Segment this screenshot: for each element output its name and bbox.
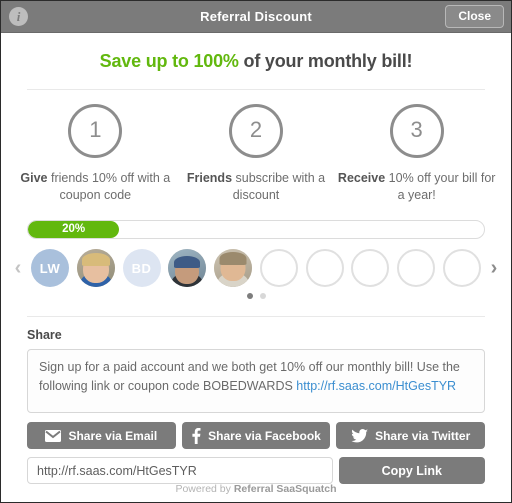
headline-rest: of your monthly bill! [238,51,413,71]
share-via-twitter-button[interactable]: Share via Twitter [336,422,486,449]
avatar-empty-slot[interactable] [397,249,436,287]
step-number-circle: 1 [68,104,123,158]
share-message-textarea[interactable]: Sign up for a paid account and we both g… [27,349,485,413]
avatar-empty-slot[interactable] [305,249,344,287]
referral-discount-widget: i Referral Discount Close Save up to 100… [0,0,512,503]
titlebar: i Referral Discount Close [1,1,511,33]
step-description: Receive 10% off your bill for a year! [336,170,497,204]
share-via-email-button[interactable]: Share via Email [27,422,176,449]
share-link-row: Copy Link [27,457,485,484]
avatar-list: LW BD [29,249,483,287]
email-icon [45,429,62,442]
headline: Save up to 100% of your monthly bill! [1,51,511,72]
share-link-input[interactable] [27,457,333,484]
copy-link-button[interactable]: Copy Link [338,457,485,484]
step-strong: Give [20,171,48,185]
step-number-circle: 2 [229,104,283,158]
share-via-facebook-button[interactable]: Share via Facebook [181,422,331,449]
step-2: 2 Friends subscribe with a discount [176,104,337,204]
progress-bar: 20% [27,220,485,239]
avatar-empty-slot[interactable] [442,249,481,287]
steps-row: 1 Give friends 10% off with a coupon cod… [15,104,497,204]
step-rest: 10% off your bill for a year! [385,171,496,202]
step-rest: friends 10% off with a coupon code [47,171,171,202]
share-message-link[interactable]: http://rf.saas.com/HtGesTYR [296,379,456,393]
step-rest: subscribe with a discount [232,171,326,202]
footer-brand: Referral SaaSquatch [233,483,337,495]
twitter-icon [351,428,369,443]
avatar-initials[interactable]: LW [31,249,69,287]
share-section-label: Share [27,328,62,342]
avatar-photo[interactable] [214,249,253,287]
chevron-right-icon[interactable]: › [483,257,505,280]
step-strong: Friends [186,171,233,185]
info-icon[interactable]: i [9,7,28,26]
share-button-label: Share via Facebook [208,428,321,443]
carousel-dot[interactable] [259,293,266,299]
facebook-icon [191,427,201,444]
step-description: Friends subscribe with a discount [176,170,337,204]
headline-highlight: Save up to 100% [99,51,239,71]
avatar-photo[interactable] [168,249,207,287]
avatar-carousel: ‹ LW BD › [7,249,505,287]
step-description: Give friends 10% off with a coupon code [15,170,176,204]
step-3: 3 Receive 10% off your bill for a year! [336,104,497,204]
chevron-left-icon[interactable]: ‹ [7,257,29,280]
step-strong: Receive [337,171,386,185]
carousel-pagination [1,293,511,299]
divider-share [27,316,485,317]
progress-bar-fill: 20% [28,221,120,238]
avatar-photo[interactable] [76,249,115,287]
share-buttons-row: Share via Email Share via Facebook Share… [27,422,486,449]
divider-top [27,89,485,90]
step-number-circle: 3 [389,104,444,158]
carousel-dot[interactable] [246,293,253,299]
avatar-empty-slot[interactable] [351,249,390,287]
footer-attribution: Powered by Referral SaaSquatch [1,483,511,495]
footer-prefix: Powered by [175,483,234,495]
share-button-label: Share via Email [68,428,158,443]
step-1: 1 Give friends 10% off with a coupon cod… [15,104,176,204]
avatar-empty-slot[interactable] [259,249,298,287]
avatar-initials[interactable]: BD [122,249,161,287]
page-title: Referral Discount [200,9,312,24]
share-button-label: Share via Twitter [375,428,471,443]
close-button[interactable]: Close [445,5,504,28]
